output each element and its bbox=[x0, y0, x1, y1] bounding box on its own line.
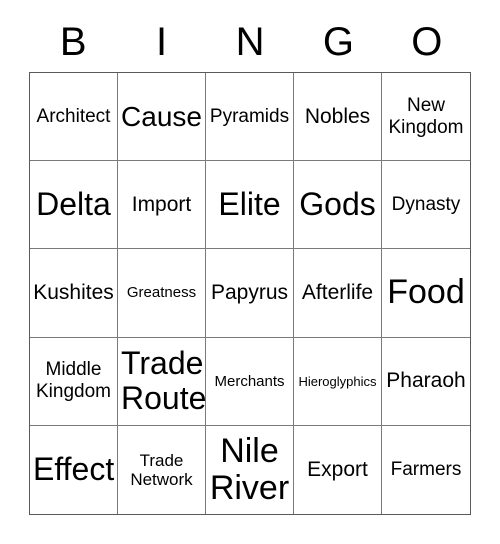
header-letter-i: I bbox=[156, 20, 168, 64]
bingo-cell[interactable]: Middle Kingdom bbox=[30, 337, 118, 426]
bingo-cell-label: Dynasty bbox=[391, 193, 461, 215]
bingo-cell[interactable]: Import bbox=[118, 161, 206, 250]
bingo-cell[interactable]: Farmers bbox=[382, 425, 470, 514]
bingo-cell-label: Hieroglyphics bbox=[298, 373, 377, 389]
bingo-cell-label: Merchants bbox=[214, 372, 285, 390]
header-letter-g: G bbox=[322, 20, 354, 64]
bingo-cell[interactable]: Merchants bbox=[206, 337, 294, 426]
bingo-cell-label: Effect bbox=[33, 451, 115, 488]
bingo-cell-label: Pyramids bbox=[209, 105, 290, 127]
bingo-cell[interactable]: Cause bbox=[118, 73, 206, 162]
bingo-cell[interactable]: Elite bbox=[206, 161, 294, 250]
header-letter-b: B bbox=[59, 20, 87, 64]
bingo-cell[interactable]: Architect bbox=[30, 73, 118, 162]
bingo-cell[interactable]: Trade Route bbox=[118, 337, 206, 426]
bingo-cell-label: Gods bbox=[299, 186, 376, 223]
header-letter-o: O bbox=[411, 20, 443, 64]
bingo-cell-label: Elite bbox=[218, 186, 281, 223]
bingo-cell[interactable]: Pharaoh bbox=[382, 337, 470, 426]
bingo-cell-label: Afterlife bbox=[301, 280, 374, 304]
bingo-cell[interactable]: Hieroglyphics bbox=[294, 337, 382, 426]
bingo-cell[interactable]: Afterlife bbox=[294, 249, 382, 338]
bingo-cell[interactable]: Papyrus bbox=[206, 249, 294, 338]
bingo-cell[interactable]: Nobles bbox=[294, 73, 382, 162]
bingo-cell-label: Trade Route bbox=[121, 345, 206, 417]
bingo-cell-label: Middle Kingdom bbox=[36, 359, 111, 403]
bingo-cell-label: Export bbox=[307, 457, 368, 481]
bingo-cell[interactable]: Gods bbox=[294, 161, 382, 250]
bingo-cell[interactable]: New Kingdom bbox=[382, 73, 470, 162]
bingo-grid: Architect Cause Pyramids Nobles New Kingdom D… bbox=[29, 72, 471, 515]
bingo-cell-label: Nile River bbox=[209, 431, 290, 507]
bingo-cell-label: Food bbox=[387, 273, 465, 312]
bingo-cell[interactable]: Nile River bbox=[206, 425, 294, 514]
bingo-cell-label: Kushites bbox=[33, 280, 114, 304]
bingo-cell-label: Cause bbox=[121, 101, 202, 133]
bingo-cell-label: Pharaoh bbox=[386, 369, 466, 393]
header-letter-n: N bbox=[235, 20, 265, 64]
bingo-cell-label: Greatness bbox=[126, 284, 197, 302]
bingo-cell[interactable]: Effect bbox=[30, 425, 118, 514]
bingo-cell[interactable]: Greatness bbox=[118, 249, 206, 338]
bingo-cell[interactable]: Kushites bbox=[30, 249, 118, 338]
bingo-cell-label: Farmers bbox=[390, 458, 462, 480]
bingo-cell[interactable]: Pyramids bbox=[206, 73, 294, 162]
bingo-cell[interactable]: Trade Network bbox=[118, 425, 206, 514]
bingo-card: B I N G O Architect Cause Pyramids Nobles Ne… bbox=[0, 0, 500, 544]
bingo-cell[interactable]: Delta bbox=[30, 161, 118, 250]
bingo-cell-label: Trade Network bbox=[130, 450, 193, 489]
bingo-cell[interactable]: Export bbox=[294, 425, 382, 514]
bingo-cell[interactable]: Dynasty bbox=[382, 161, 470, 250]
bingo-cell-label: Architect bbox=[36, 105, 111, 127]
bingo-cell-label: Delta bbox=[36, 186, 111, 223]
bingo-cell-label: Papyrus bbox=[210, 280, 289, 304]
bingo-cell-label: New Kingdom bbox=[388, 94, 464, 138]
bingo-header: B I N G O bbox=[29, 14, 471, 70]
bingo-cell[interactable]: Food bbox=[382, 249, 470, 338]
bingo-cell-label: Import bbox=[131, 192, 192, 216]
bingo-cell-label: Nobles bbox=[304, 104, 371, 128]
